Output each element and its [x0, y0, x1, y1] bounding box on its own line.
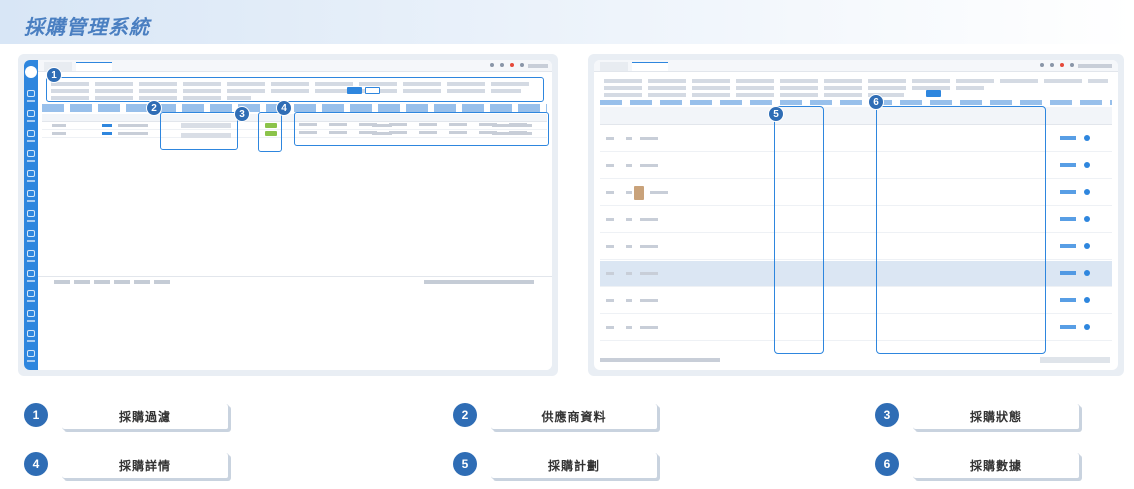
marker-3: 3	[234, 106, 250, 122]
left-screenshot-frame: 1 2 3 4	[18, 54, 558, 376]
legend-number: 4	[24, 452, 48, 476]
purchase-status-highlight	[258, 112, 282, 152]
user-icon[interactable]	[520, 63, 524, 67]
app-sidebar	[24, 60, 38, 370]
sidebar-nav-icon[interactable]	[27, 110, 35, 122]
legend-item: 5 採購計劃	[453, 452, 663, 480]
app-logo-icon	[25, 66, 37, 78]
action-toolbar[interactable]	[42, 104, 547, 112]
pagination[interactable]	[424, 280, 534, 284]
legend-number: 5	[453, 452, 477, 476]
legend-item: 1 採購過濾	[24, 403, 234, 431]
reset-button[interactable]	[365, 87, 380, 94]
query-button[interactable]	[926, 90, 941, 97]
window-tabbar	[38, 60, 552, 72]
tab-active[interactable]	[76, 62, 112, 71]
search-icon[interactable]	[1050, 63, 1054, 67]
notification-icon[interactable]	[510, 63, 514, 67]
download-icon[interactable]	[1040, 63, 1044, 67]
user-icon[interactable]	[1070, 63, 1074, 67]
status-badge	[265, 131, 277, 136]
table-footer	[600, 356, 1112, 364]
legend-item: 3 採購狀態	[875, 403, 1085, 431]
legend-label: 採購數據	[913, 453, 1080, 479]
filter-row[interactable]	[51, 82, 531, 86]
detail-pane	[38, 276, 552, 370]
marker-5: 5	[768, 106, 784, 122]
purchase-filter-panel	[46, 77, 544, 102]
query-button[interactable]	[347, 87, 362, 94]
legend-label: 採購狀態	[913, 404, 1080, 430]
marker-6: 6	[868, 94, 884, 110]
page-title: 採購管理系統	[24, 17, 150, 39]
sidebar-nav-icon[interactable]	[27, 350, 35, 362]
purchase-detail-highlight	[294, 112, 549, 146]
filter-panel	[600, 76, 1112, 98]
sidebar-nav-icon[interactable]	[27, 330, 35, 342]
right-screenshot-frame: 5 6	[588, 54, 1124, 376]
sidebar-nav-icon[interactable]	[27, 130, 35, 142]
marker-4: 4	[276, 100, 292, 116]
legend-label: 採購詳情	[62, 453, 229, 479]
download-icon[interactable]	[490, 63, 494, 67]
detail-tabs[interactable]	[54, 280, 174, 284]
sidebar-nav-icon[interactable]	[27, 90, 35, 102]
legend-number: 3	[875, 403, 899, 427]
legend-number: 2	[453, 403, 477, 427]
tab-active[interactable]	[632, 62, 668, 71]
sidebar-nav-icon[interactable]	[27, 190, 35, 202]
status-badge	[265, 123, 277, 128]
tab[interactable]	[600, 62, 628, 71]
sidebar-nav-icon[interactable]	[27, 210, 35, 222]
title-banner: 採購管理系統	[0, 0, 1134, 44]
window-tabbar	[594, 60, 1118, 72]
user-name-placeholder	[1078, 64, 1112, 68]
sidebar-nav-icon[interactable]	[27, 270, 35, 282]
purchase-plan-highlight	[774, 106, 824, 354]
legend-item: 4 採購詳情	[24, 452, 234, 480]
sidebar-nav-icon[interactable]	[27, 170, 35, 182]
supplier-info-highlight	[160, 112, 238, 150]
marker-2: 2	[146, 100, 162, 116]
legend-item: 2 供應商資料	[453, 403, 663, 431]
filter-row[interactable]	[51, 89, 521, 93]
product-thumbnail	[634, 186, 644, 200]
user-name-placeholder	[528, 64, 548, 68]
filter-row[interactable]	[604, 93, 904, 97]
search-icon[interactable]	[500, 63, 504, 67]
notification-icon[interactable]	[1060, 63, 1064, 67]
legend-item: 6 採購數據	[875, 452, 1085, 480]
legend-label: 採購計劃	[491, 453, 658, 479]
filter-row[interactable]	[604, 79, 1108, 83]
legend-number: 6	[875, 452, 899, 476]
sidebar-nav-icon[interactable]	[27, 290, 35, 302]
sidebar-nav-icon[interactable]	[27, 230, 35, 242]
legend-label: 供應商資料	[491, 404, 658, 430]
marker-1: 1	[46, 67, 62, 83]
sidebar-nav-icon[interactable]	[27, 310, 35, 322]
purchase-data-highlight	[876, 106, 1046, 354]
sidebar-nav-icon[interactable]	[27, 150, 35, 162]
legend-label: 採購過濾	[62, 404, 229, 430]
right-screenshot	[594, 60, 1118, 370]
action-toolbar[interactable]	[600, 100, 1112, 105]
sidebar-nav-icon[interactable]	[27, 250, 35, 262]
legend-number: 1	[24, 403, 48, 427]
